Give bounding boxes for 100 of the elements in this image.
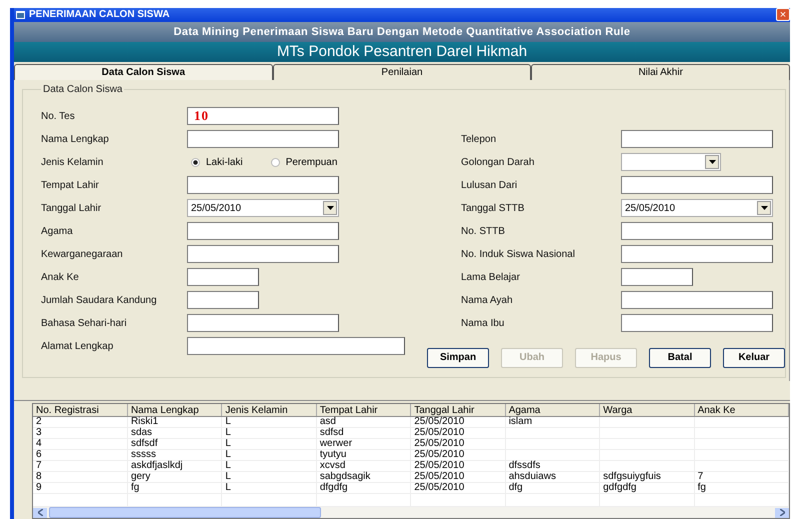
- field-label: Tanggal Lahir: [41, 202, 102, 214]
- banner-subtitle: Data Mining Penerimaan Siswa Baru Dengan Metode Quantitative Association Rule: [174, 26, 630, 38]
- table-cell: 25/05/2010: [414, 427, 464, 438]
- table-cell: Riski1: [130, 416, 158, 428]
- field-label: No. STTB: [461, 226, 506, 237]
- window-icon: [16, 10, 25, 19]
- table-cell: 25/05/2010: [414, 460, 464, 472]
- table-cell: sssss: [130, 449, 156, 460]
- input-field[interactable]: [621, 130, 773, 148]
- table-cell: gdfgdfg: [603, 482, 636, 494]
- scroll-right-icon: [780, 509, 784, 516]
- table-cell: islam: [508, 416, 532, 428]
- column-header[interactable]: Tempat Lahir: [316, 404, 411, 417]
- table-cell: sdfgsuiygfuis: [603, 471, 661, 482]
- table-cell: 8: [36, 471, 42, 482]
- table-cell: asd: [320, 416, 336, 428]
- field-label: Alamat Lengkap: [41, 340, 114, 352]
- input-field[interactable]: [187, 291, 259, 310]
- date-picker[interactable]: 25/05/2010: [187, 199, 339, 218]
- table-cell: askdfjaslkdj: [130, 460, 183, 472]
- input-field[interactable]: [621, 176, 773, 194]
- tab[interactable]: Data Calon Siswa: [14, 64, 273, 80]
- table-cell: gery: [130, 471, 150, 482]
- input-field[interactable]: [621, 268, 693, 286]
- table-cell: 9: [36, 482, 42, 494]
- column-header[interactable]: Nama Lengkap: [127, 404, 222, 417]
- table-cell: L: [225, 471, 231, 482]
- field-label: Jumlah Saudara Kandung: [41, 294, 158, 306]
- table-cell: L: [225, 460, 231, 472]
- input-field[interactable]: [621, 222, 773, 240]
- table-cell: fg: [130, 482, 140, 494]
- field-label: Golongan Darah: [461, 156, 536, 168]
- input-field[interactable]: [187, 130, 339, 148]
- input-field[interactable]: [621, 245, 773, 264]
- table-cell: xcvsd: [320, 460, 346, 472]
- date-picker[interactable]: 25/05/2010: [621, 199, 773, 218]
- table-cell: 6: [36, 449, 42, 460]
- table-cell: L: [225, 482, 231, 494]
- column-header[interactable]: Tanggal Lahir: [410, 404, 506, 417]
- input-field[interactable]: [187, 268, 259, 286]
- field-label: Bahasa Sehari-hari: [41, 318, 128, 329]
- input-field[interactable]: [187, 176, 339, 194]
- tab[interactable]: Penilaian: [272, 64, 532, 80]
- field-label: Lulusan Dari: [461, 180, 518, 191]
- input-field[interactable]: [621, 314, 773, 332]
- action-button[interactable]: Keluar: [723, 348, 785, 368]
- table-cell: 7: [698, 471, 704, 482]
- table-cell: 2: [36, 416, 42, 428]
- radio-option[interactable]: Perempuan: [270, 156, 338, 168]
- field-label: Agama: [41, 226, 74, 237]
- table-cell: L: [225, 438, 231, 450]
- field-label: Nama Lengkap: [41, 134, 110, 145]
- table-cell: L: [225, 427, 231, 438]
- table-cell: ahsduiaws: [508, 471, 556, 482]
- banner-title: MTs Pondok Pesantren Darel Hikmah: [276, 43, 528, 60]
- table-cell: L: [225, 449, 231, 460]
- field-label: No. Tes: [41, 110, 76, 122]
- table-cell: 25/05/2010: [414, 438, 464, 450]
- table-cell: sdfsdf: [130, 438, 158, 450]
- input-field[interactable]: [187, 337, 405, 356]
- tab[interactable]: Nilai Akhir: [531, 64, 790, 80]
- caret-icon: [708, 160, 716, 164]
- radio-option[interactable]: Laki-laki: [191, 156, 243, 168]
- group-title: Data Calon Siswa: [42, 84, 124, 95]
- dropdown[interactable]: [621, 153, 721, 172]
- table-cell: 25/05/2010: [414, 482, 464, 494]
- column-header[interactable]: Agama: [505, 404, 600, 417]
- field-label: No. Induk Siswa Nasional: [461, 248, 576, 260]
- column-header[interactable]: Jenis Kelamin: [222, 404, 316, 417]
- close-button[interactable]: ×: [776, 8, 790, 22]
- input-field[interactable]: [621, 291, 773, 310]
- column-header[interactable]: No. Registrasi: [33, 404, 128, 417]
- field-label: Nama Ayah: [461, 294, 514, 306]
- caret-icon: [326, 206, 334, 210]
- table-cell: tyutyu: [320, 449, 346, 460]
- field-label: Telepon: [461, 134, 498, 145]
- input-field[interactable]: [187, 245, 339, 264]
- field-label: Kewarganegaraan: [41, 248, 124, 260]
- table-cell: 7: [36, 460, 42, 472]
- table-cell: 3: [36, 427, 42, 438]
- input-field[interactable]: [187, 314, 339, 332]
- horizontal-scrollbar[interactable]: [33, 507, 789, 518]
- field-label: Jenis Kelamin: [41, 156, 104, 168]
- table-cell: sdfsd: [320, 427, 344, 438]
- table-cell: sabgdsagik: [320, 471, 370, 482]
- action-button[interactable]: Simpan: [427, 348, 489, 368]
- table-cell: dfssdfs: [508, 460, 540, 472]
- column-header[interactable]: Warga: [600, 404, 694, 417]
- field-label: Anak Ke: [41, 272, 80, 283]
- table-cell: werwer: [320, 438, 352, 450]
- table-cell: dfgdfg: [320, 482, 348, 494]
- table-cell: dfg: [508, 482, 523, 494]
- action-button[interactable]: Batal: [649, 348, 711, 368]
- field-label: Lama Belajar: [461, 272, 521, 283]
- input-field[interactable]: 10: [187, 107, 339, 126]
- scroll-left-icon: [38, 509, 42, 516]
- input-field[interactable]: [187, 222, 339, 240]
- table-cell: 25/05/2010: [414, 471, 464, 482]
- column-header[interactable]: Anak Ke: [694, 404, 788, 417]
- window-title: PENERIMAAN CALON SISWA: [29, 9, 171, 20]
